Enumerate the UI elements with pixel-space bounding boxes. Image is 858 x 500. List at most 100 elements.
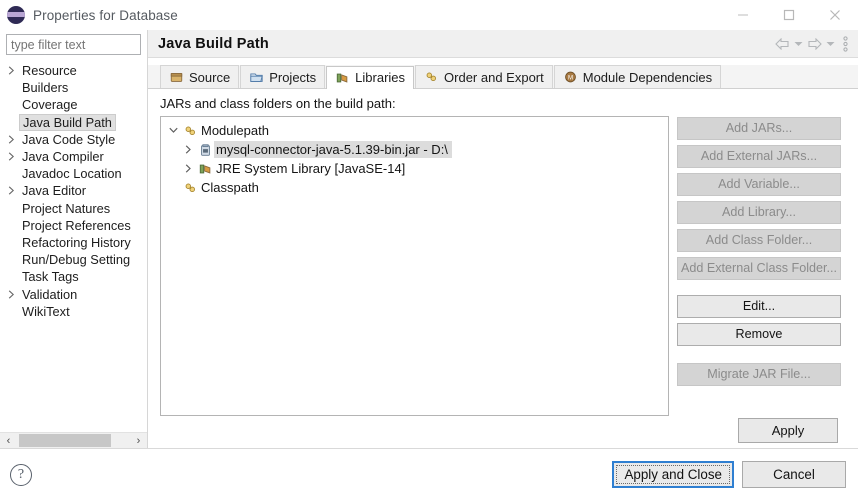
- minimize-button[interactable]: [720, 0, 766, 30]
- sidebar-item-refactoring-history[interactable]: Refactoring History: [0, 234, 147, 251]
- sidebar-item-project-natures[interactable]: Project Natures: [0, 200, 147, 217]
- sidebar-item-java-code-style[interactable]: Java Code Style: [0, 131, 147, 148]
- build-path-tree[interactable]: Modulepath mysql-connector-java-5.1.39-bi…: [160, 116, 669, 416]
- sidebar-item-javadoc-location[interactable]: Javadoc Location: [0, 165, 147, 182]
- scroll-right-icon[interactable]: ›: [130, 433, 147, 448]
- jar-icon: [197, 143, 214, 157]
- build-path-tree-item-label: Modulepath: [199, 122, 273, 139]
- sidebar-item-label: Java Editor: [19, 183, 89, 198]
- source-package-icon: [169, 70, 184, 84]
- sidebar-item-label: Builders: [19, 80, 71, 95]
- scrollbar-track[interactable]: [17, 433, 130, 448]
- sidebar-item-resource[interactable]: Resource: [0, 62, 147, 79]
- dialog-body: ResourceBuildersCoverageJava Build PathJ…: [0, 30, 858, 448]
- chevron-down-icon[interactable]: [165, 127, 182, 134]
- chevron-right-icon[interactable]: [4, 186, 19, 195]
- edit-button[interactable]: Edit...: [677, 295, 841, 318]
- projects-folder-icon: [249, 70, 264, 84]
- settings-tree: ResourceBuildersCoverageJava Build PathJ…: [0, 60, 147, 432]
- maximize-button[interactable]: [766, 0, 812, 30]
- add-variable-button: Add Variable...: [677, 173, 841, 196]
- sidebar-horizontal-scrollbar[interactable]: ‹ ›: [0, 432, 147, 448]
- sidebar-item-wikitext[interactable]: WikiText: [0, 303, 147, 320]
- sidebar-item-task-tags[interactable]: Task Tags: [0, 268, 147, 285]
- add-class-folder-button: Add Class Folder...: [677, 229, 841, 252]
- sidebar-item-label: Project Natures: [19, 201, 113, 216]
- libraries-book-icon: [335, 71, 350, 85]
- sidebar-item-label: Java Build Path: [19, 114, 116, 131]
- window-titlebar: Properties for Database: [0, 0, 858, 30]
- forward-arrow-icon[interactable]: [806, 33, 823, 55]
- sidebar-item-label: Run/Debug Setting: [19, 252, 133, 267]
- sidebar-item-coverage[interactable]: Coverage: [0, 96, 147, 113]
- question-mark-icon[interactable]: ?: [10, 464, 32, 486]
- build-path-tree-item[interactable]: Classpath: [165, 178, 666, 197]
- tab-label: Libraries: [355, 70, 405, 85]
- chevron-right-icon[interactable]: [180, 164, 197, 173]
- sidebar-item-java-build-path[interactable]: Java Build Path: [0, 114, 147, 131]
- sidebar-item-label: Refactoring History: [19, 235, 134, 250]
- build-path-tree-item[interactable]: mysql-connector-java-5.1.39-bin.jar - D:…: [165, 140, 666, 159]
- filter-wrapper: [0, 30, 147, 60]
- back-history-chevron-down-icon[interactable]: [792, 33, 805, 55]
- chevron-right-icon[interactable]: [180, 145, 197, 154]
- sidebar-item-validation[interactable]: Validation: [0, 285, 147, 302]
- filter-input[interactable]: [6, 34, 141, 55]
- cancel-button[interactable]: Cancel: [742, 461, 846, 488]
- tab-label: Projects: [269, 70, 316, 85]
- libraries-panel: JARs and class folders on the build path…: [148, 89, 858, 448]
- scroll-left-icon[interactable]: ‹: [0, 433, 17, 448]
- library-icon: [197, 162, 214, 176]
- tab-label: Order and Export: [444, 70, 544, 85]
- build-path-tree-item[interactable]: Modulepath: [165, 121, 666, 140]
- settings-page: Java Build Path: [148, 30, 858, 448]
- remove-button[interactable]: Remove: [677, 323, 841, 346]
- tab-module-dependencies[interactable]: M Module Dependencies: [554, 65, 721, 88]
- tab-label: Module Dependencies: [583, 70, 712, 85]
- apply-button[interactable]: Apply: [738, 418, 838, 443]
- forward-history-chevron-down-icon[interactable]: [824, 33, 837, 55]
- sidebar-item-label: Project References: [19, 218, 134, 233]
- sidebar-item-label: Resource: [19, 63, 80, 78]
- sidebar-item-label: Javadoc Location: [19, 166, 125, 181]
- page-header: Java Build Path: [148, 30, 858, 58]
- sidebar-item-label: Validation: [19, 287, 80, 302]
- chevron-right-icon[interactable]: [4, 152, 19, 161]
- add-library-button: Add Library...: [677, 201, 841, 224]
- apply-and-close-button[interactable]: Apply and Close: [612, 461, 734, 488]
- tab-libraries[interactable]: Libraries: [326, 66, 414, 89]
- sidebar-item-builders[interactable]: Builders: [0, 79, 147, 96]
- vertical-dots-icon[interactable]: [838, 33, 852, 55]
- sidebar-item-project-references[interactable]: Project References: [0, 217, 147, 234]
- sidebar-item-run-debug-setting[interactable]: Run/Debug Setting: [0, 251, 147, 268]
- back-arrow-icon[interactable]: [774, 33, 791, 55]
- tab-order-and-export[interactable]: Order and Export: [415, 65, 553, 88]
- add-external-jars-button: Add External JARs...: [677, 145, 841, 168]
- footer-buttons: Apply and Close Cancel: [612, 461, 846, 488]
- sidebar-item-label: Coverage: [19, 97, 81, 112]
- classpath-icon: [182, 181, 199, 195]
- sidebar-item-label: Task Tags: [19, 269, 82, 284]
- module-dependency-icon: M: [563, 70, 578, 84]
- sidebar-item-label: Java Compiler: [19, 149, 107, 164]
- modulepath-icon: [182, 124, 199, 138]
- build-path-tabs: Source Projects Libraries Order and Export M…: [148, 65, 858, 89]
- scrollbar-thumb[interactable]: [19, 434, 111, 447]
- close-button[interactable]: [812, 0, 858, 30]
- chevron-right-icon[interactable]: [4, 290, 19, 299]
- add-external-class-folder-button: Add External Class Folder...: [677, 257, 841, 280]
- order-export-icon: [424, 70, 439, 84]
- build-path-tree-item-label: mysql-connector-java-5.1.39-bin.jar - D:…: [214, 141, 452, 158]
- tab-projects[interactable]: Projects: [240, 65, 325, 88]
- build-path-actions: Add JARs...Add External JARs...Add Varia…: [677, 116, 841, 416]
- sidebar-item-java-editor[interactable]: Java Editor: [0, 182, 147, 199]
- migrate-jar-file-button: Migrate JAR File...: [677, 363, 841, 386]
- sidebar-item-java-compiler[interactable]: Java Compiler: [0, 148, 147, 165]
- tab-source[interactable]: Source: [160, 65, 239, 88]
- chevron-right-icon[interactable]: [4, 66, 19, 75]
- sidebar-item-label: Java Code Style: [19, 132, 118, 147]
- chevron-right-icon[interactable]: [4, 135, 19, 144]
- svg-text:M: M: [568, 75, 573, 82]
- build-path-tree-item-label: JRE System Library [JavaSE-14]: [214, 160, 409, 177]
- build-path-tree-item[interactable]: JRE System Library [JavaSE-14]: [165, 159, 666, 178]
